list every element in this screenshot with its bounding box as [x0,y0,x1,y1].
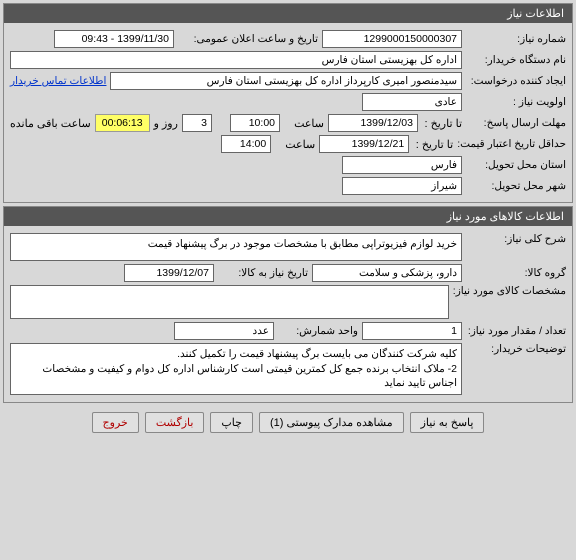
response-date-value: 1399/12/03 [328,114,418,132]
general-desc-label: شرح کلی نیاز: [466,233,566,245]
priority-label: اولویت نیاز : [466,96,566,108]
time-label-1: ساعت [284,117,324,130]
remaining-label: ساعت باقی مانده [10,117,91,130]
validity-time-value: 14:00 [221,135,271,153]
unit-value: عدد [174,322,274,340]
spec-label: مشخصات کالای مورد نیاز: [453,285,566,297]
group-label: گروه کالا: [466,267,566,279]
need-number-label: شماره نیاز: [466,33,566,45]
delivery-province-value: فارس [342,156,462,174]
need-info-header: اطلاعات نیاز [4,4,572,23]
need-number-value: 1299000150000307 [322,30,462,48]
print-button[interactable]: چاپ [210,412,253,433]
contact-link[interactable]: اطلاعات تماس خریدار [10,75,106,87]
attachments-button[interactable]: مشاهده مدارک پیوستی (1) [259,412,404,433]
buyer-label: نام دستگاه خریدار: [466,54,566,66]
to-date-label: تا تاریخ : [422,117,462,130]
qty-value: 1 [362,322,462,340]
buyer-notes-label: توضیحات خریدار: [466,343,566,355]
delivery-province-label: استان محل تحویل: [466,159,566,171]
need-date-label: تاریخ نیاز به کالا: [218,267,308,279]
buyer-notes-value: کلیه شرکت کنندگان می بایست برگ پیشنهاد ق… [10,343,462,395]
respond-button[interactable]: پاسخ به نیاز [410,412,485,433]
creator-label: ایجاد کننده درخواست: [466,75,566,87]
unit-label: واحد شمارش: [278,325,358,337]
time-label-2: ساعت [275,138,315,151]
need-date-value: 1399/12/07 [124,264,214,282]
spec-value [10,285,449,319]
goods-info-header: اطلاعات کالاهای مورد نیاز [4,207,572,226]
need-info-section: اطلاعات نیاز شماره نیاز: 129900015000030… [3,3,573,203]
validity-to-date-label: تا تاریخ : [413,138,453,151]
response-deadline-label: مهلت ارسال پاسخ: [466,117,566,129]
delivery-city-label: شهر محل تحویل: [466,180,566,192]
footer-buttons: پاسخ به نیاز مشاهده مدارک پیوستی (1) چاپ… [0,406,576,439]
buyer-value: اداره کل بهزیستی استان فارس [10,51,462,69]
exit-button[interactable]: خروج [92,412,139,433]
validity-date-value: 1399/12/21 [319,135,409,153]
general-desc-value: خرید لوازم فیزیوتراپی مطابق با مشخصات مو… [10,233,462,261]
back-button[interactable]: بازگشت [145,412,205,433]
priority-value: عادی [362,93,462,111]
goods-info-section: اطلاعات کالاهای مورد نیاز شرح کلی نیاز: … [3,206,573,403]
public-datetime-label: تاریخ و ساعت اعلان عمومی: [178,33,318,45]
validity-label: حداقل تاریخ اعتبار قیمت: [457,138,566,150]
creator-value: سیدمنصور امیری کارپرداز اداره کل بهزیستی… [110,72,462,90]
qty-label: تعداد / مقدار مورد نیاز: [466,325,566,337]
group-value: دارو، پزشکی و سلامت [312,264,462,282]
delivery-city-value: شیراز [342,177,462,195]
countdown-timer: 00:06:13 [95,114,150,132]
public-datetime-value: 1399/11/30 - 09:43 [54,30,174,48]
days-value: 3 [182,114,212,132]
response-time-value: 10:00 [230,114,280,132]
days-label: روز و [154,117,178,130]
